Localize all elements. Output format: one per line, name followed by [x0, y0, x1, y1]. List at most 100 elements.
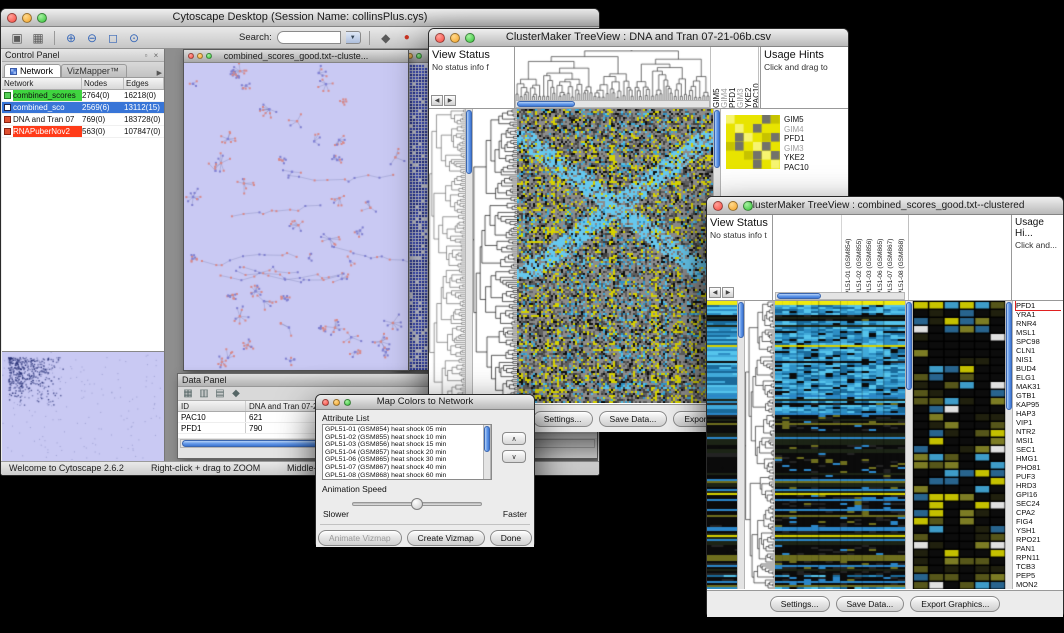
attribute-function-icon[interactable]: ◆ [230, 388, 242, 400]
record-icon[interactable]: ● [399, 30, 415, 46]
network-view-canvas[interactable] [184, 63, 408, 370]
id-column-header[interactable]: ID [178, 401, 246, 411]
float-panel-icon[interactable]: ▫ [141, 51, 151, 60]
minimize-button[interactable] [728, 201, 738, 211]
attribute-item[interactable]: GPL51-08 (GSM868) heat shock 60 min [325, 472, 482, 480]
maximize-button[interactable] [743, 201, 753, 211]
vertical-scrollbar[interactable] [1005, 301, 1013, 589]
scrollbar-thumb[interactable] [714, 110, 720, 168]
forward-icon[interactable]: ▶ [722, 287, 734, 298]
dna-similarity-matrix-canvas[interactable] [726, 115, 780, 169]
save-data-button[interactable]: Save Data... [599, 411, 668, 427]
close-button[interactable] [7, 13, 17, 23]
search-input[interactable] [277, 31, 341, 44]
network-table-row[interactable]: combined_scores2764(0)16218(0) [2, 90, 164, 102]
done-button[interactable]: Done [490, 530, 532, 546]
attribute-item[interactable]: GPL51-03 (GSM856) heat shock 15 min [325, 441, 482, 449]
close-button[interactable] [435, 33, 445, 43]
move-up-button[interactable]: ∧ [502, 432, 526, 445]
search-dropdown-icon[interactable]: ▼ [346, 31, 361, 44]
save-session-icon[interactable]: ▦ [30, 30, 46, 46]
plugin-icon[interactable]: ◆ [378, 30, 394, 46]
close-button[interactable] [713, 201, 723, 211]
scrollbar-thumb[interactable] [517, 101, 575, 107]
combined-heatmap-canvas[interactable] [775, 301, 905, 589]
slider-thumb[interactable] [411, 498, 423, 510]
horizontal-scrollbar[interactable] [515, 100, 710, 108]
network-view-titlebar[interactable]: combined_scores_good.txt--cluste... [184, 50, 408, 63]
scrollbar-thumb[interactable] [1006, 302, 1012, 410]
network-table-row[interactable]: combined_sco2569(6)13112(15) [2, 102, 164, 114]
combined-row-dendrogram[interactable] [745, 301, 775, 589]
network-overview-panel[interactable] [2, 351, 164, 461]
vertical-scrollbar[interactable] [905, 301, 913, 589]
save-data-button[interactable]: Save Data... [836, 596, 905, 612]
attribute-list[interactable]: GPL51-01 (GSM854) heat shock 05 minGPL51… [322, 424, 492, 480]
select-attributes-icon[interactable]: ▦ [182, 388, 194, 400]
scrollbar-thumb[interactable] [484, 426, 490, 452]
scrollbar-thumb[interactable] [906, 302, 912, 390]
close-button[interactable] [322, 399, 329, 406]
treeview-dna-titlebar[interactable]: ClusterMaker TreeView : DNA and Tran 07-… [429, 29, 848, 47]
vertical-scrollbar[interactable] [483, 425, 491, 479]
move-down-button[interactable]: ∨ [502, 450, 526, 463]
combined-heatmap-overview[interactable] [707, 301, 737, 589]
scrollbar-thumb[interactable] [466, 110, 472, 174]
cytoscape-titlebar[interactable]: Cytoscape Desktop (Session Name: collins… [1, 9, 599, 27]
zoom-in-icon[interactable]: ⊕ [63, 30, 79, 46]
minimize-button[interactable] [22, 13, 32, 23]
dialog-titlebar[interactable]: Map Colors to Network [316, 395, 534, 410]
attribute-item[interactable]: GPL51-02 (GSM855) heat shock 10 min [325, 434, 482, 442]
network-table-row[interactable]: DNA and Tran 07769(0)183728(0) [2, 114, 164, 126]
network-column-header[interactable]: Network [2, 78, 82, 89]
attribute-item[interactable]: GPL51-04 (GSM857) heat shock 20 min [325, 449, 482, 457]
scrollbar-thumb[interactable] [777, 293, 821, 299]
maximize-button[interactable] [206, 53, 212, 59]
zoom-fit-icon[interactable]: ◻ [105, 30, 121, 46]
create-vizmap-button[interactable]: Create Vizmap [407, 530, 485, 546]
maximize-button[interactable] [465, 33, 475, 43]
toolbar-separator [54, 31, 55, 45]
tab-overflow-icon[interactable]: ▶ [157, 69, 162, 77]
minimize-button[interactable] [333, 399, 340, 406]
open-session-icon[interactable]: ▣ [9, 30, 25, 46]
vertical-scrollbar[interactable] [465, 109, 473, 403]
network-overview-canvas[interactable] [2, 352, 163, 460]
treeview-combined-titlebar[interactable]: ClusterMaker TreeView : combined_scores_… [707, 197, 1063, 215]
dna-column-dendrogram[interactable] [515, 50, 710, 100]
back-icon[interactable]: ◀ [431, 95, 443, 106]
network-table-row[interactable]: RNAPuberNov2563(0)107847(0) [2, 126, 164, 138]
nodes-column-header[interactable]: Nodes [82, 78, 124, 89]
combined-zoom-heatmap-canvas[interactable] [913, 301, 1005, 589]
scrollbar-thumb[interactable] [738, 302, 744, 338]
create-attribute-icon[interactable]: ▥ [198, 388, 210, 400]
tab-network[interactable]: Network [4, 64, 61, 77]
minimize-button[interactable] [197, 53, 203, 59]
animation-speed-slider[interactable] [352, 502, 482, 506]
close-panel-icon[interactable]: × [151, 51, 161, 60]
settings-button[interactable]: Settings... [770, 596, 830, 612]
settings-button[interactable]: Settings... [533, 411, 593, 427]
attribute-item[interactable]: GPL51-06 (GSM865) heat shock 30 min [325, 456, 482, 464]
delete-attribute-icon[interactable]: ▤ [214, 388, 226, 400]
export-graphics-button[interactable]: Export Graphics... [910, 596, 1000, 612]
maximize-button[interactable] [416, 53, 422, 59]
attribute-item[interactable]: GPL51-07 (GSM867) heat shock 40 min [325, 464, 482, 472]
dna-heatmap-canvas[interactable] [517, 109, 713, 403]
gene-label: GIM3 [784, 144, 809, 154]
dna-row-dendrogram[interactable] [473, 109, 517, 403]
forward-icon[interactable]: ▶ [444, 95, 456, 106]
horizontal-scrollbar[interactable] [775, 292, 905, 300]
close-button[interactable] [188, 53, 194, 59]
back-icon[interactable]: ◀ [709, 287, 721, 298]
minimize-button[interactable] [450, 33, 460, 43]
dna-gene-tree-overview[interactable] [429, 109, 465, 403]
zoom-out-icon[interactable]: ⊖ [84, 30, 100, 46]
edges-column-header[interactable]: Edges [124, 78, 164, 89]
maximize-button[interactable] [344, 399, 351, 406]
zoom-selected-icon[interactable]: ⊙ [126, 30, 142, 46]
vertical-scrollbar[interactable] [737, 301, 745, 589]
maximize-button[interactable] [37, 13, 47, 23]
attribute-item[interactable]: GPL51-01 (GSM854) heat shock 05 min [325, 426, 482, 434]
tab-vizmapper[interactable]: VizMapper™ [61, 64, 127, 77]
